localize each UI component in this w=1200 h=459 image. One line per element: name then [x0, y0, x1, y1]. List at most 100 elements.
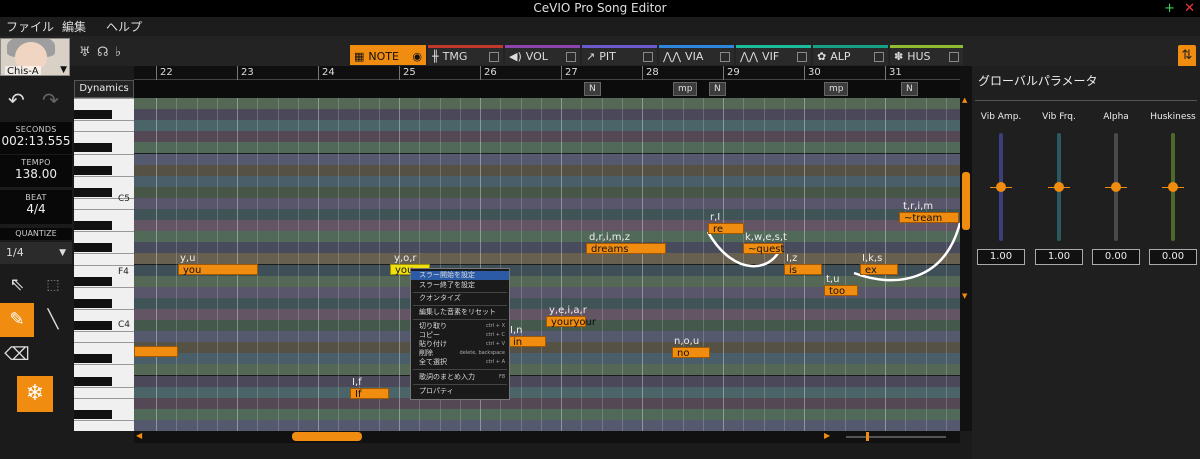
slider-value-field[interactable]: 1.00 — [1035, 249, 1083, 265]
black-key[interactable] — [74, 409, 112, 419]
menu-item-batch-lyrics[interactable]: 歌詞のまとめ入力 F8 — [411, 373, 509, 382]
note[interactable]: you — [178, 264, 258, 276]
menu-help[interactable]: ヘルプ — [106, 18, 142, 35]
white-key[interactable] — [74, 419, 134, 421]
slider-knob[interactable] — [1054, 182, 1064, 192]
horizontal-scrollbar[interactable]: ◀ ▶ — [134, 431, 960, 443]
slider-knob[interactable] — [1111, 182, 1121, 192]
piano-keyboard[interactable]: C5 F4 C4 — [74, 98, 134, 431]
redo-icon[interactable]: ↷ — [42, 88, 59, 112]
black-key[interactable] — [74, 221, 112, 231]
key-signature-icon[interactable]: ♭ — [115, 45, 129, 61]
black-key[interactable] — [74, 298, 112, 308]
freeze-snowflake-icon[interactable]: ❄ — [17, 376, 53, 412]
scroll-down-icon[interactable]: ▼ — [962, 292, 967, 300]
black-key[interactable] — [74, 354, 112, 364]
note[interactable] — [134, 346, 178, 357]
vertical-scrollbar[interactable]: ▲ ▼ — [960, 66, 972, 431]
black-key[interactable] — [74, 243, 112, 253]
pencil-tool-icon[interactable]: ✎ — [0, 303, 34, 337]
dynamics-marker[interactable]: mp — [824, 82, 849, 96]
zoom-slider[interactable] — [846, 436, 946, 438]
metronome-icon[interactable]: ♅ — [79, 45, 93, 61]
note[interactable]: If — [350, 388, 389, 400]
menu-item-paste[interactable]: 貼り付け ctrl + V — [411, 340, 509, 349]
note[interactable]: ex — [860, 264, 898, 276]
tab-alpha[interactable]: ✿ ALP — [813, 45, 888, 65]
white-key[interactable] — [74, 131, 134, 133]
scroll-right-icon[interactable]: ▶ — [824, 431, 830, 440]
tab-checkbox[interactable] — [720, 52, 730, 62]
white-key[interactable] — [74, 98, 134, 99]
maximize-icon[interactable]: + — [1164, 0, 1175, 17]
quantize-select[interactable]: 1/4 ▼ — [0, 242, 72, 264]
menu-item-quantize[interactable]: クオンタイズ — [411, 294, 509, 303]
eye-icon[interactable]: ◉ — [412, 48, 422, 65]
tempo-display[interactable]: TEMPO 138.00 — [0, 155, 72, 187]
scroll-up-icon[interactable]: ▲ — [962, 96, 967, 104]
tab-huskiness[interactable]: ✽ HUS — [890, 45, 963, 65]
menu-item-delete[interactable]: 削除 delete, backspace — [411, 349, 509, 358]
note[interactable]: dreams — [586, 243, 666, 255]
slider-value-field[interactable]: 0.00 — [1092, 249, 1140, 265]
chevron-down-icon[interactable]: ▼ — [60, 65, 67, 75]
black-key[interactable] — [74, 321, 112, 331]
white-key[interactable] — [74, 308, 134, 310]
timeline-ruler[interactable]: 22 23 24 25 26 27 28 29 30 31 — [134, 66, 960, 80]
note[interactable]: is — [784, 264, 822, 276]
tab-checkbox[interactable] — [797, 52, 807, 62]
menu-edit[interactable]: 編集 — [62, 18, 86, 35]
scroll-left-icon[interactable]: ◀ — [136, 431, 142, 440]
menu-item-copy[interactable]: コピー ctrl + C — [411, 331, 509, 340]
dynamics-marker[interactable]: N — [584, 82, 601, 96]
note[interactable]: in — [508, 336, 546, 348]
slider-knob[interactable] — [1168, 182, 1178, 192]
dynamics-marker[interactable]: N — [901, 82, 918, 96]
vertical-scroll-thumb[interactable] — [962, 172, 970, 230]
tab-volume[interactable]: ◀) VOL — [505, 45, 580, 65]
black-key[interactable] — [74, 187, 112, 197]
white-key[interactable] — [74, 175, 134, 177]
horizontal-scroll-thumb[interactable] — [292, 432, 362, 441]
slider-value-field[interactable]: 1.00 — [977, 249, 1025, 265]
eraser-tool-icon[interactable]: ⌫ — [0, 338, 34, 372]
tab-vif[interactable]: ⋀⋀ VIF — [736, 45, 811, 65]
tab-checkbox[interactable] — [489, 52, 499, 62]
menu-item-slur-start[interactable]: スラー開始を設定 — [411, 271, 509, 280]
black-key[interactable] — [74, 376, 112, 386]
menu-item-properties[interactable]: プロパティ — [411, 387, 509, 396]
note[interactable]: re — [708, 223, 744, 235]
tab-timing[interactable]: ╫ TMG — [428, 45, 503, 65]
zoom-slider-thumb[interactable] — [866, 432, 869, 441]
black-key[interactable] — [74, 276, 112, 286]
note[interactable]: too — [824, 285, 858, 297]
white-key[interactable] — [74, 364, 134, 366]
white-key[interactable] — [74, 342, 134, 344]
white-key[interactable] — [74, 286, 134, 288]
range-select-icon[interactable]: ⬚ — [36, 268, 70, 302]
undo-icon[interactable]: ↶ — [8, 88, 25, 112]
tab-via[interactable]: ⋀⋀ VIA — [659, 45, 734, 65]
menu-file[interactable]: ファイル — [6, 18, 54, 35]
menu-item-slur-end[interactable]: スラー終了を設定 — [411, 281, 509, 290]
menu-item-reset-phonemes[interactable]: 編集した音素をリセット — [411, 308, 509, 317]
beat-display[interactable]: BEAT 4/4 — [0, 190, 72, 224]
slider-value-field[interactable]: 0.00 — [1149, 249, 1197, 265]
panel-toggle-icon[interactable]: ⇅ — [1178, 45, 1196, 67]
tab-checkbox[interactable] — [874, 52, 884, 62]
white-key[interactable] — [74, 331, 134, 333]
black-key[interactable] — [74, 165, 112, 175]
white-key[interactable] — [74, 231, 134, 233]
note[interactable]: no — [672, 347, 710, 359]
slider-knob[interactable] — [996, 182, 1006, 192]
white-key[interactable] — [74, 397, 134, 399]
black-key[interactable] — [74, 143, 112, 153]
white-key[interactable] — [74, 253, 134, 255]
piano-roll[interactable]: y,u you y,o,r you I,f If I,n in y,e,i,a,… — [134, 98, 960, 431]
note[interactable]: youryour — [546, 316, 596, 328]
tab-note[interactable]: ▦ NOTE ◉ — [350, 45, 426, 65]
drum-icon[interactable]: ☊ — [97, 45, 111, 61]
white-key[interactable] — [74, 386, 134, 388]
tab-checkbox[interactable] — [566, 52, 576, 62]
close-icon[interactable]: ✕ — [1184, 0, 1195, 17]
